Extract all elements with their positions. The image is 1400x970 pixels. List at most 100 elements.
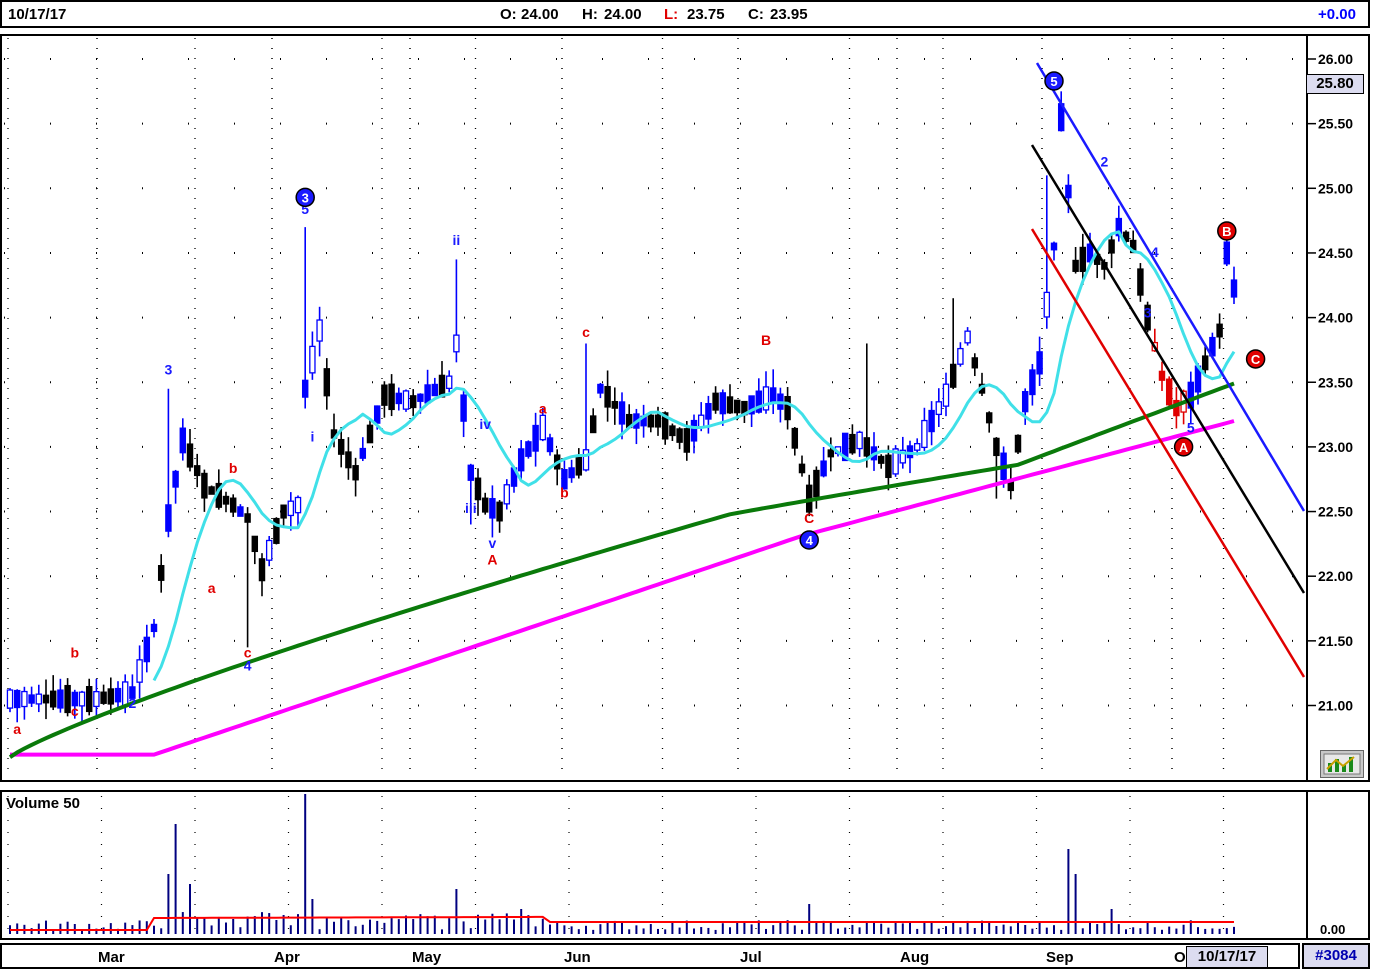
candle-body (265, 539, 273, 561)
last-price-value: 25.80 (1316, 75, 1354, 92)
chart-settings-icon[interactable] (1320, 750, 1364, 778)
candle-body (424, 384, 431, 404)
candle-body (280, 504, 287, 519)
wave-label: c (582, 324, 590, 340)
high-value: 24.00 (604, 6, 642, 23)
symbol-id: #3084 (1302, 943, 1370, 969)
wave-label: v (489, 535, 497, 551)
price-tick-label: 26.00 (1318, 51, 1353, 67)
month-label: Aug (900, 949, 930, 966)
candle-body (942, 383, 950, 407)
high-label: H: (582, 6, 598, 23)
candle-body (445, 375, 453, 390)
candle-body (971, 357, 979, 369)
candle-body (1165, 378, 1173, 406)
candle-body (474, 477, 482, 501)
wave-circle-label: 4 (799, 530, 819, 550)
ma-slow-line (10, 419, 1235, 757)
candle-body (1050, 242, 1058, 251)
candle-body (964, 330, 971, 344)
candle-body (921, 419, 928, 449)
candle-body (726, 396, 734, 414)
candle-body (525, 441, 532, 457)
time-axis: Mar Apr May Jun Jul Aug Sep O 10/17/17 (0, 943, 1300, 969)
month-label: O (1174, 949, 1186, 966)
symbol-id-text: #3084 (1315, 947, 1357, 964)
candle-body (489, 498, 496, 519)
candle-body (928, 409, 935, 433)
candle-body (604, 385, 611, 408)
candle-body (575, 457, 583, 476)
candle-body (345, 451, 352, 469)
candle-body (769, 387, 777, 404)
wave-label: iii (465, 500, 477, 516)
candle-body (647, 414, 655, 428)
candle-body (539, 414, 547, 441)
channel-line-black (1030, 144, 1306, 594)
volume-chart[interactable] (2, 792, 1368, 938)
wave-label: b (71, 645, 80, 661)
last-price-badge: 25.80 (1306, 74, 1364, 94)
candle-body (114, 687, 122, 703)
candle-body (546, 437, 554, 453)
candle-body (1108, 239, 1115, 254)
candle-body (121, 681, 129, 707)
candle-body (453, 334, 460, 353)
candle-body (1216, 323, 1223, 338)
candle-body (1036, 351, 1043, 375)
candle-body (568, 467, 575, 479)
wave-circle-text: C (1251, 352, 1261, 367)
candle-body (359, 447, 367, 459)
month-label: Sep (1046, 949, 1074, 966)
wave-label: b (560, 484, 569, 500)
candle-body (935, 401, 943, 416)
candle-body (287, 500, 295, 517)
candle-body (388, 383, 395, 411)
candle-body (222, 495, 230, 505)
candle-body (381, 384, 388, 406)
candle-body (201, 472, 208, 499)
candle-body (13, 689, 21, 709)
candle-body (409, 395, 417, 409)
wave-label: c (71, 703, 79, 719)
candle-body (6, 689, 14, 709)
candle-body (136, 659, 143, 683)
close-value: 23.95 (770, 6, 808, 23)
wave-label: B (761, 332, 771, 348)
price-tick-label: 24.00 (1318, 310, 1353, 326)
candle-body (165, 504, 172, 532)
candle-body (719, 392, 727, 415)
candle-body (366, 424, 374, 444)
price-panel[interactable]: 26.00 25.50 25.00 24.50 24.00 23.50 23.00 22.50… (0, 34, 1370, 782)
candle-body (49, 690, 57, 708)
candle-body (798, 463, 806, 474)
price-tick-label: 24.50 (1318, 245, 1353, 261)
month-label: Jul (740, 949, 762, 966)
current-date-box: 10/17/17 (1186, 946, 1268, 968)
candle-body (467, 464, 475, 481)
candle-body (985, 412, 993, 424)
candle-body (827, 449, 835, 458)
candle-body (676, 428, 683, 443)
candle-body (532, 424, 539, 452)
wave-label: b (229, 460, 238, 476)
wave-label: a (208, 580, 216, 596)
candle-body (1158, 370, 1166, 381)
candle-body (157, 565, 165, 581)
close-label: C: (748, 6, 764, 23)
candle-body (733, 399, 741, 414)
candle-body (229, 497, 237, 513)
price-chart[interactable]: 26.00 25.50 25.00 24.50 24.00 23.50 23.00 22.50… (2, 36, 1368, 780)
month-label: May (412, 949, 442, 966)
candle-body (460, 394, 467, 422)
volume-panel[interactable]: Volume 50 0.00 (0, 790, 1370, 940)
candle-body (402, 390, 410, 410)
change-value: +0.00 (1318, 6, 1356, 23)
candle-body (179, 427, 187, 454)
candle-body (337, 438, 345, 455)
candle-body (309, 345, 316, 374)
wave-label: 2 (1101, 153, 1109, 169)
header-bar: 10/17/17 O: 24.00 H: 24.00 L: 23.75 C: 2… (0, 0, 1370, 28)
candle-body (705, 402, 712, 420)
candle-body (697, 414, 705, 428)
